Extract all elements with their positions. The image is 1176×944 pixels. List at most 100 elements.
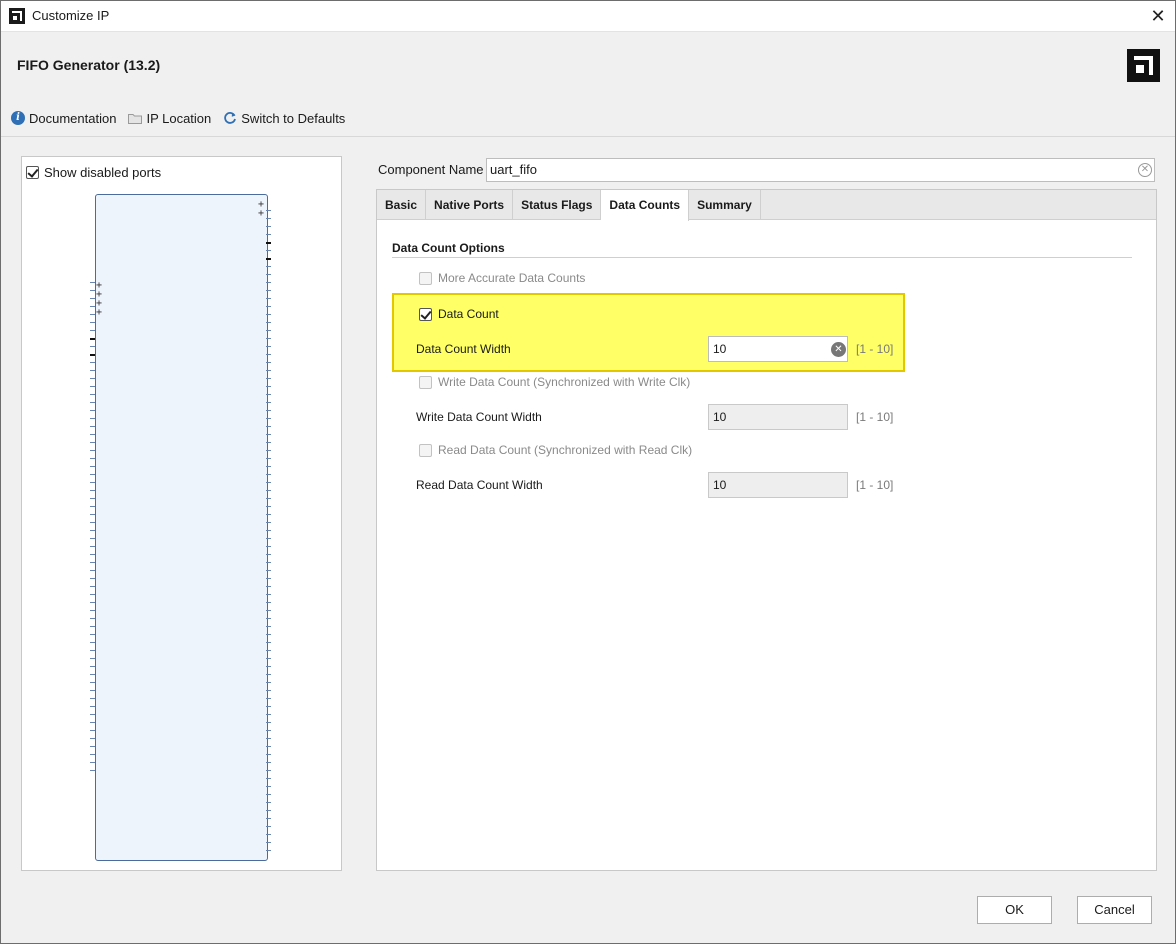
port-pin — [266, 410, 271, 411]
port-pin — [90, 642, 95, 643]
port-pin — [266, 714, 271, 715]
port-pin — [266, 338, 271, 339]
port-pin — [266, 466, 271, 467]
more-accurate-data-counts-checkbox[interactable]: More Accurate Data Counts — [419, 271, 585, 285]
port-pin — [90, 594, 95, 595]
expand-port-icon[interactable]: + — [258, 209, 264, 219]
port-pin — [266, 578, 271, 579]
port-pin — [266, 706, 271, 707]
write-data-count-label: Write Data Count (Synchronized with Writ… — [438, 375, 691, 389]
port-pin — [266, 730, 271, 731]
port-pin — [266, 402, 271, 403]
port-pin — [90, 282, 95, 283]
port-pin — [266, 242, 271, 244]
checkbox-checked-icon — [419, 307, 432, 321]
port-pin — [90, 346, 95, 347]
port-pin — [90, 442, 95, 443]
port-pin — [90, 498, 95, 499]
port-pin — [90, 378, 95, 379]
port-pin — [90, 618, 95, 619]
port-pin — [266, 522, 271, 523]
port-pin — [266, 674, 271, 675]
show-disabled-ports-checkbox[interactable]: Show disabled ports — [26, 165, 161, 180]
expand-port-icon[interactable]: + — [96, 308, 102, 318]
port-pin — [90, 682, 95, 683]
port-pin — [90, 434, 95, 435]
port-pin — [266, 610, 271, 611]
port-pin — [266, 282, 271, 283]
port-pin — [266, 810, 271, 811]
port-pin — [266, 218, 271, 219]
port-pin — [266, 394, 271, 395]
port-pin — [266, 306, 271, 307]
port-pin — [90, 698, 95, 699]
port-pin — [90, 610, 95, 611]
port-pin — [90, 506, 95, 507]
section-divider — [392, 257, 1132, 258]
data-count-label: Data Count — [438, 307, 499, 321]
port-pin — [266, 786, 271, 787]
port-pin — [266, 490, 271, 491]
port-pin — [90, 666, 95, 667]
write-data-count-width-input[interactable]: 10 — [708, 404, 848, 430]
port-pin — [266, 458, 271, 459]
port-pin — [266, 442, 271, 443]
port-pin — [266, 562, 271, 563]
ok-button[interactable]: OK — [977, 896, 1052, 924]
port-pin — [90, 386, 95, 387]
port-pin — [266, 698, 271, 699]
brand-logo-icon — [1127, 49, 1160, 82]
port-pin — [90, 546, 95, 547]
port-pin — [90, 338, 95, 340]
read-data-count-width-input[interactable]: 10 — [708, 472, 848, 498]
checkbox-unchecked-icon — [419, 271, 432, 285]
port-pin — [266, 314, 271, 315]
port-pin — [266, 634, 271, 635]
port-pin — [266, 658, 271, 659]
port-pin — [266, 738, 271, 739]
data-count-width-input[interactable]: 10 — [708, 336, 848, 362]
port-pin — [90, 362, 95, 363]
port-pin — [266, 570, 271, 571]
port-pin — [90, 754, 95, 755]
checkbox-unchecked-icon — [419, 375, 432, 389]
port-pin — [266, 266, 271, 267]
tab-basic[interactable]: Basic — [377, 190, 427, 220]
port-pin — [90, 762, 95, 763]
tab-status-flags[interactable]: Status Flags — [513, 190, 602, 220]
cancel-button[interactable]: Cancel — [1077, 896, 1152, 924]
port-pin — [266, 370, 271, 371]
tab-data-counts[interactable]: Data Counts — [601, 190, 690, 221]
port-pin — [266, 722, 271, 723]
port-pin — [266, 386, 271, 387]
switch-to-defaults-button[interactable]: Switch to Defaults — [223, 111, 345, 126]
port-pin — [90, 394, 95, 395]
port-pin — [90, 330, 95, 331]
port-pin — [266, 538, 271, 539]
tab-summary[interactable]: Summary — [689, 190, 761, 220]
documentation-button[interactable]: i Documentation — [11, 111, 116, 126]
port-pin — [266, 210, 271, 211]
port-pin — [90, 538, 95, 539]
tab-bar: Basic Native Ports Status Flags Data Cou… — [377, 190, 1156, 221]
port-pin — [266, 418, 271, 419]
port-pin — [90, 738, 95, 739]
customize-ip-window: Customize IP ✕ FIFO Generator (13.2) i D… — [0, 0, 1176, 944]
data-count-checkbox[interactable]: Data Count — [419, 307, 499, 321]
port-pin — [266, 514, 271, 515]
port-pin — [90, 554, 95, 555]
write-data-count-checkbox[interactable]: Write Data Count (Synchronized with Writ… — [419, 375, 690, 389]
read-data-count-checkbox[interactable]: Read Data Count (Synchronized with Read … — [419, 443, 692, 457]
port-pin — [266, 850, 271, 851]
component-name-input[interactable]: uart_fifo — [486, 158, 1155, 182]
clear-icon[interactable]: ✕ — [1138, 163, 1152, 177]
port-pin — [266, 594, 271, 595]
clear-icon[interactable]: ✕ — [831, 342, 846, 357]
port-pin — [266, 554, 271, 555]
tab-native-ports[interactable]: Native Ports — [426, 190, 514, 220]
close-icon[interactable]: ✕ — [1147, 5, 1169, 27]
port-pin — [266, 274, 271, 275]
app-logo-icon — [9, 8, 25, 24]
port-pin — [90, 354, 95, 356]
ip-location-button[interactable]: IP Location — [128, 111, 211, 126]
